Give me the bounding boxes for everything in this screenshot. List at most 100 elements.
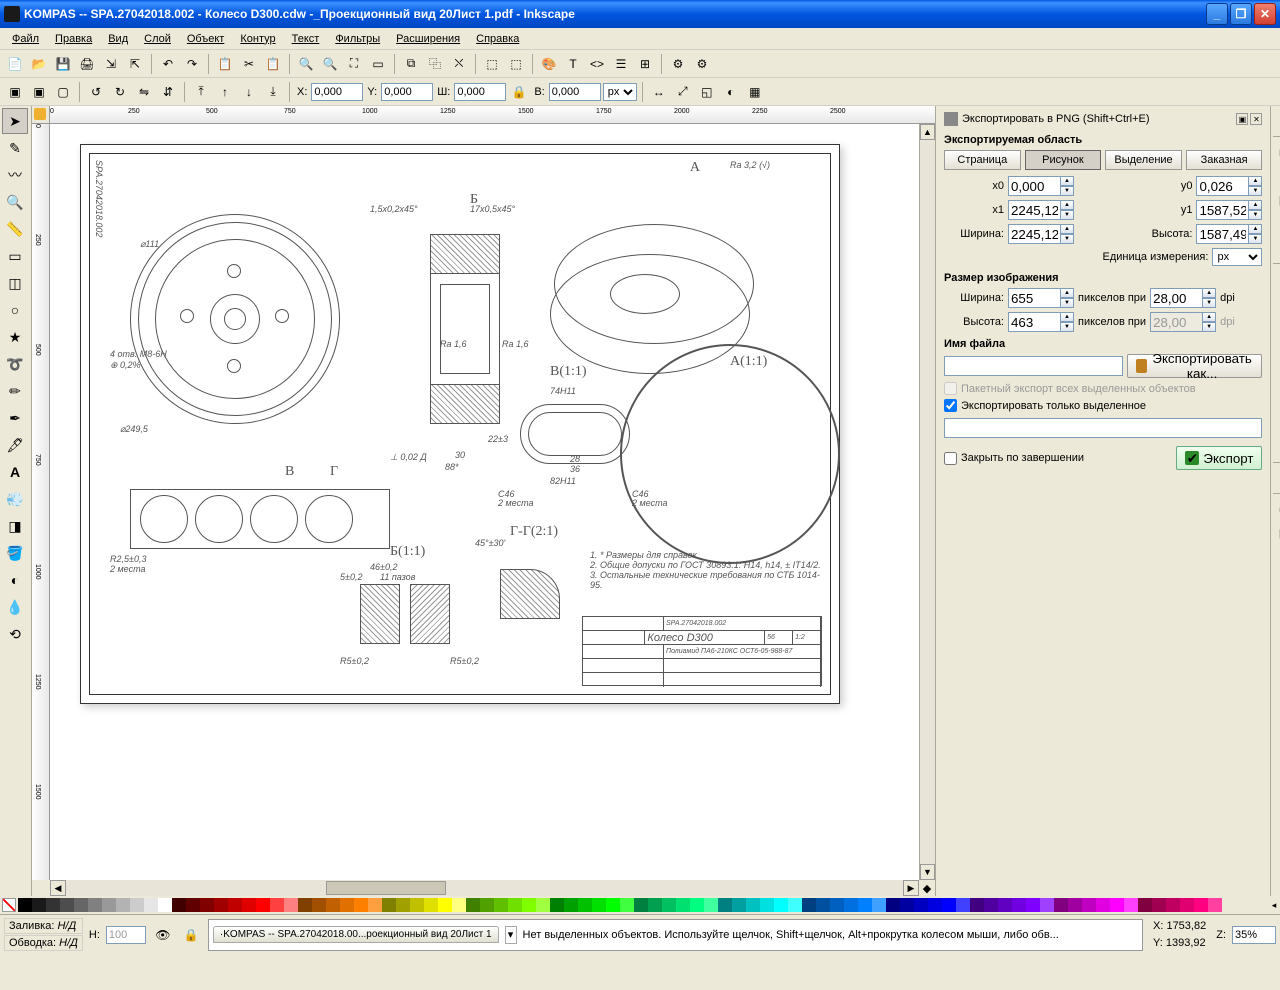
color-swatch[interactable] — [816, 898, 830, 912]
tab-page[interactable]: Страница — [944, 150, 1021, 170]
rotate-cw-icon[interactable]: ↻ — [109, 81, 131, 103]
snap-bbox-icon[interactable]: ▢ — [1273, 141, 1280, 163]
doc-tab[interactable]: ·KOMPAS -- SPA.27042018.00...роекционный… — [213, 926, 499, 943]
affect-scale-icon[interactable]: ⤢ — [672, 81, 694, 103]
export-button[interactable]: ✔Экспорт — [1176, 446, 1262, 470]
zoom-page-icon[interactable]: ▭ — [367, 53, 389, 75]
snap-corner-icon[interactable]: ⬔ — [1273, 189, 1280, 211]
color-swatch[interactable] — [942, 898, 956, 912]
color-swatch[interactable] — [214, 898, 228, 912]
color-swatch[interactable] — [18, 898, 32, 912]
ew-input[interactable] — [1008, 224, 1060, 244]
snap-cusp-icon[interactable]: ◇ — [1273, 340, 1280, 362]
color-swatch[interactable] — [830, 898, 844, 912]
color-swatch[interactable] — [1124, 898, 1138, 912]
export-as-button[interactable]: Экспортировать как... — [1127, 354, 1262, 378]
select-layer-icon[interactable]: ▣ — [28, 81, 50, 103]
color-swatch[interactable] — [564, 898, 578, 912]
color-swatch[interactable] — [1012, 898, 1026, 912]
affect-gradient-icon[interactable]: ◐ — [720, 81, 742, 103]
eh-input[interactable] — [1196, 224, 1248, 244]
h-input[interactable] — [549, 83, 601, 101]
color-swatch[interactable] — [102, 898, 116, 912]
xml-icon[interactable]: <> — [586, 53, 608, 75]
maximize-button[interactable]: ❐ — [1230, 3, 1252, 25]
color-swatch[interactable] — [774, 898, 788, 912]
color-swatch[interactable] — [354, 898, 368, 912]
flip-h-icon[interactable]: ⇋ — [133, 81, 155, 103]
color-swatch[interactable] — [788, 898, 802, 912]
color-swatch[interactable] — [634, 898, 648, 912]
deselect-icon[interactable]: ▢ — [52, 81, 74, 103]
color-swatch[interactable] — [914, 898, 928, 912]
color-swatch[interactable] — [802, 898, 816, 912]
color-swatch[interactable] — [46, 898, 60, 912]
vertical-scrollbar[interactable]: ▲ ▼ — [919, 124, 935, 880]
group-icon[interactable]: ⬚ — [481, 53, 503, 75]
color-swatch[interactable] — [1054, 898, 1068, 912]
select-all-icon[interactable]: ▣ — [4, 81, 26, 103]
panel-iconify-icon[interactable]: ▣ — [1236, 113, 1248, 125]
color-swatch[interactable] — [648, 898, 662, 912]
color-swatch[interactable] — [466, 898, 480, 912]
color-swatch[interactable] — [886, 898, 900, 912]
doc-prefs-icon[interactable]: ⚙ — [691, 53, 713, 75]
menu-path[interactable]: Контур — [232, 31, 283, 47]
close-button[interactable]: ✕ — [1254, 3, 1276, 25]
y0-input[interactable] — [1196, 176, 1248, 196]
rotate-ccw-icon[interactable]: ↺ — [85, 81, 107, 103]
lock-aspect-icon[interactable]: 🔒 — [508, 81, 530, 103]
menu-view[interactable]: Вид — [100, 31, 136, 47]
color-swatch[interactable] — [144, 898, 158, 912]
color-swatch[interactable] — [704, 898, 718, 912]
color-swatch[interactable] — [172, 898, 186, 912]
rect-tool-icon[interactable]: ▭ — [2, 243, 28, 269]
connector-tool-icon[interactable]: ⟲ — [2, 621, 28, 647]
layer-lock-icon[interactable]: 🔒 — [180, 924, 202, 946]
snap-path-icon[interactable]: ∿ — [1273, 292, 1280, 314]
eraser-tool-icon[interactable]: ◨ — [2, 513, 28, 539]
color-swatch[interactable] — [242, 898, 256, 912]
dropper-tool-icon[interactable]: 💧 — [2, 594, 28, 620]
color-swatch[interactable] — [844, 898, 858, 912]
ungroup-icon[interactable]: ⬚ — [505, 53, 527, 75]
open-icon[interactable]: 📂 — [28, 53, 50, 75]
color-swatch[interactable] — [760, 898, 774, 912]
menu-layer[interactable]: Слой — [136, 31, 179, 47]
color-swatch[interactable] — [592, 898, 606, 912]
tab-selection[interactable]: Выделение — [1105, 150, 1182, 170]
color-swatch[interactable] — [480, 898, 494, 912]
color-swatch[interactable] — [88, 898, 102, 912]
spiral-tool-icon[interactable]: ➰ — [2, 351, 28, 377]
color-swatch[interactable] — [620, 898, 634, 912]
color-swatch[interactable] — [494, 898, 508, 912]
color-swatch[interactable] — [928, 898, 942, 912]
units-select[interactable]: px — [603, 83, 637, 101]
gradient-tool-icon[interactable]: ◐ — [2, 567, 28, 593]
color-swatch[interactable] — [396, 898, 410, 912]
3dbox-tool-icon[interactable]: ◫ — [2, 270, 28, 296]
snap-midedge-icon[interactable]: ⊟ — [1273, 213, 1280, 235]
paste-icon[interactable]: 📋 — [262, 53, 284, 75]
panel-close-icon[interactable]: ✕ — [1250, 113, 1262, 125]
affect-move-icon[interactable]: ↔ — [648, 81, 670, 103]
palette-menu-icon[interactable]: ◂ — [1268, 900, 1280, 911]
fill-dialog-icon[interactable]: 🎨 — [538, 53, 560, 75]
snap-line-mid-icon[interactable]: ⊘ — [1273, 388, 1280, 410]
layer-visible-icon[interactable]: 👁 — [152, 924, 174, 946]
cut-icon[interactable]: ✂ — [238, 53, 260, 75]
menu-edit[interactable]: Правка — [47, 31, 100, 47]
tab-custom[interactable]: Заказная — [1186, 150, 1263, 170]
quick-zoom-icon[interactable]: ◆ — [919, 880, 935, 896]
zoom-out-icon[interactable]: 🔍 — [319, 53, 341, 75]
dpi-w-input[interactable] — [1150, 288, 1202, 308]
color-swatch[interactable] — [1110, 898, 1124, 912]
menu-object[interactable]: Объект — [179, 31, 232, 47]
snap-guide-icon[interactable]: ‖ — [1273, 546, 1280, 568]
import-icon[interactable]: ⇲ — [100, 53, 122, 75]
print-icon[interactable]: 🖨 — [76, 53, 98, 75]
snap-edge-icon[interactable]: ⊡ — [1273, 165, 1280, 187]
color-swatch[interactable] — [1152, 898, 1166, 912]
color-swatch[interactable] — [1194, 898, 1208, 912]
color-swatch[interactable] — [606, 898, 620, 912]
